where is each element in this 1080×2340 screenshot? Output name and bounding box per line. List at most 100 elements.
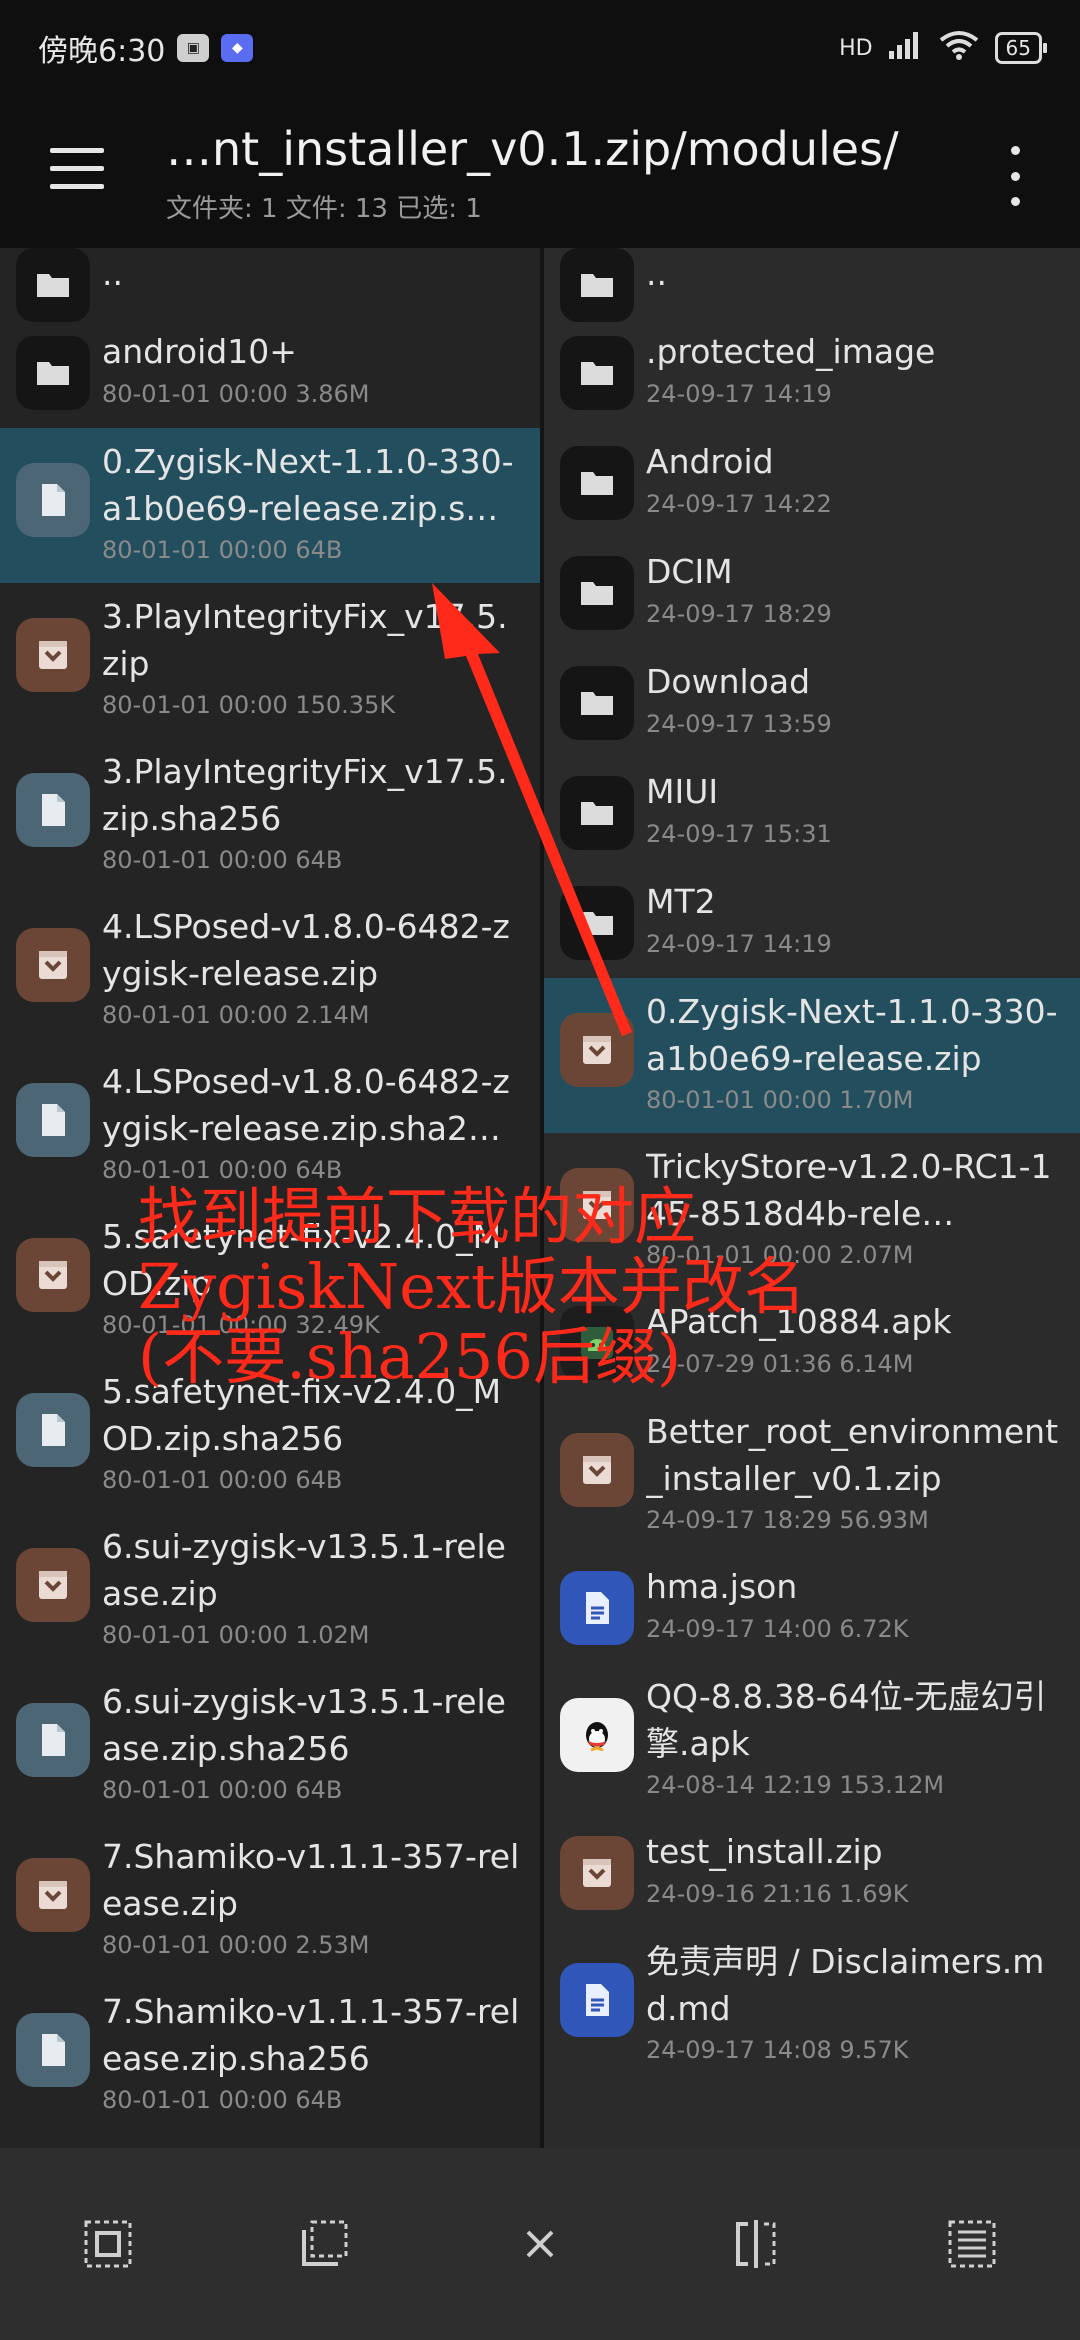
file-meta: 24-09-17 14:22 [646, 490, 832, 518]
file-name: .. [102, 254, 123, 293]
status-bar: 傍晚6:30 ▣ ◆ HD 65 [0, 0, 1080, 96]
archive-icon [16, 1857, 90, 1932]
folder-icon [16, 336, 90, 410]
select-range-icon[interactable] [294, 2214, 354, 2274]
folder-row[interactable]: DCIM 24-09-17 18:29 [544, 538, 1080, 648]
file-name: 0.Zygisk-Next-1.1.0-330-a1b0e69-release.… [102, 442, 514, 528]
folder-row[interactable]: android10+ 80-01-01 00:00 3.86M [0, 318, 540, 428]
file-name: .protected_image [646, 332, 936, 371]
file-meta: 24-09-17 13:59 [646, 710, 832, 738]
file-name: 4.LSPosed-v1.8.0-6482-zygisk-release.zip [102, 907, 510, 993]
folder-icon [560, 886, 634, 960]
file-meta: 80-01-01 00:00 64B [102, 1466, 343, 1494]
file-name: MIUI [646, 772, 719, 811]
file-meta: 80-01-01 00:00 2.14M [102, 1001, 370, 1029]
close-icon[interactable] [510, 2214, 570, 2274]
archive-icon [560, 1432, 634, 1507]
folder-row[interactable]: Download 24-09-17 13:59 [544, 648, 1080, 758]
menu-icon[interactable] [50, 148, 104, 192]
archive-icon [16, 617, 90, 692]
split-view-icon[interactable] [726, 2214, 786, 2274]
folder-icon [560, 248, 634, 322]
list-select-icon[interactable] [942, 2214, 1002, 2274]
file-name: test_install.zip [646, 1832, 883, 1871]
file-meta: 80-01-01 00:00 64B [102, 1776, 343, 1804]
document-icon [560, 1571, 634, 1645]
folder-row[interactable]: .protected_image 24-09-17 14:19 [544, 318, 1080, 428]
file-name: DCIM [646, 552, 733, 591]
folder-icon [560, 776, 634, 850]
file-row[interactable]: 3.PlayIntegrityFix_v17.5.zip 80-01-01 00:… [0, 583, 540, 738]
file-name: 3.PlayIntegrityFix_v17.5.zip.sha256 [102, 752, 508, 838]
file-icon [16, 1392, 90, 1467]
annotation-line-1: 找到提前下载的对应 [138, 1180, 697, 1253]
annotation-text: 找到提前下载的对应 ZygiskNext版本并改名 (不要.sha256后缀) [138, 1182, 958, 1392]
file-name: QQ-8.8.38-64位-无虚幻引擎.apk [646, 1677, 1047, 1763]
file-meta: 24-08-14 12:19 153.12M [646, 1771, 945, 1799]
file-row[interactable]: Better_root_environment_installer_v0.1.z… [544, 1398, 1080, 1553]
notification-app-icon: ▣ [177, 34, 210, 62]
file-name: 4.LSPosed-v1.8.0-6482-zygisk-release.zip… [102, 1062, 510, 1148]
folder-icon [560, 556, 634, 630]
file-meta: 24-09-17 14:19 [646, 380, 832, 408]
file-meta: 80-01-01 00:00 64B [102, 536, 343, 564]
file-name: 7.Shamiko-v1.1.1-357-release.zip [102, 1837, 520, 1923]
file-meta: 24-09-17 14:08 9.57K [646, 2036, 909, 2064]
file-icon [16, 1082, 90, 1157]
document-icon [560, 1962, 634, 2037]
top-toolbar: …nt_installer_v0.1.zip/modules/ 文件夹: 1 文… [0, 96, 1080, 248]
file-name: 0.Zygisk-Next-1.1.0-330-a1b0e69-release.… [646, 992, 1058, 1078]
annotation-line-2: ZygiskNext版本并改名 [138, 1250, 806, 1323]
folder-row[interactable]: MT2 24-09-17 14:19 [544, 868, 1080, 978]
file-name: Better_root_environment_installer_v0.1.z… [646, 1412, 1059, 1498]
folder-row[interactable]: .. [0, 248, 540, 322]
file-meta: 80-01-01 00:00 150.35K [102, 691, 396, 719]
file-meta: 80-01-01 00:00 1.70M [646, 1086, 914, 1114]
folder-icon [560, 336, 634, 410]
file-meta: 80-01-01 00:00 1.02M [102, 1621, 370, 1649]
file-meta: 80-01-01 00:00 2.53M [102, 1931, 370, 1959]
file-row[interactable]: 6.sui-zygisk-v13.5.1-release.zip 80-01-01… [0, 1513, 540, 1668]
qq-app-icon [560, 1697, 634, 1772]
file-row[interactable]: hma.json 24-09-17 14:00 6.72K [544, 1553, 1080, 1663]
archive-icon [16, 1547, 90, 1622]
archive-icon [16, 1237, 90, 1312]
bottom-action-bar [0, 2148, 1080, 2340]
annotation-line-3: (不要.sha256后缀) [138, 1320, 682, 1393]
file-row[interactable]: QQ-8.8.38-64位-无虚幻引擎.apk 24-08-14 12:19 15… [544, 1663, 1080, 1818]
file-name: .. [646, 254, 667, 293]
more-options-icon[interactable] [1000, 146, 1030, 206]
file-row[interactable]: 免责声明 / Disclaimers.md.md 24-09-17 14:08 9… [544, 1928, 1080, 2083]
file-row[interactable]: 0.Zygisk-Next-1.1.0-330-a1b0e69-release.… [0, 428, 540, 583]
file-row[interactable]: 4.LSPosed-v1.8.0-6482-zygisk-release.zip… [0, 893, 540, 1048]
file-meta: 24-09-17 14:00 6.72K [646, 1615, 909, 1643]
file-meta: 24-09-17 14:19 [646, 930, 832, 958]
signal-icon [888, 31, 923, 65]
archive-icon [560, 1836, 634, 1910]
wifi-icon [939, 30, 979, 66]
file-meta: 80-01-01 00:00 64B [102, 2086, 343, 2114]
select-all-icon[interactable] [78, 2214, 138, 2274]
file-row[interactable]: 7.Shamiko-v1.1.1-357-release.zip.sha256 8… [0, 1978, 540, 2133]
file-icon [16, 2012, 90, 2087]
folder-row[interactable]: MIUI 24-09-17 15:31 [544, 758, 1080, 868]
file-row[interactable]: test_install.zip 24-09-16 21:16 1.69K [544, 1818, 1080, 1928]
file-row[interactable]: 3.PlayIntegrityFix_v17.5.zip.sha256 80-01… [0, 738, 540, 893]
file-name: 免责声明 / Disclaimers.md.md [646, 1942, 1045, 2028]
status-time: 傍晚6:30 [38, 34, 166, 69]
file-row[interactable]: 7.Shamiko-v1.1.1-357-release.zip 80-01-01… [0, 1823, 540, 1978]
archive-icon [16, 927, 90, 1002]
archive-icon [560, 1012, 634, 1087]
file-row[interactable]: 6.sui-zygisk-v13.5.1-release.zip.sha256 8… [0, 1668, 540, 1823]
folder-icon [560, 666, 634, 740]
file-meta: 24-09-17 18:29 56.93M [646, 1506, 929, 1534]
file-row[interactable]: 0.Zygisk-Next-1.1.0-330-a1b0e69-release.… [544, 978, 1080, 1133]
folder-row[interactable]: Android 24-09-17 14:22 [544, 428, 1080, 538]
file-meta: 80-01-01 00:00 64B [102, 846, 343, 874]
file-name: Download [646, 662, 811, 701]
folder-row[interactable]: .. [544, 248, 1080, 322]
file-icon [16, 1702, 90, 1777]
file-name: Android [646, 442, 774, 481]
folder-icon [16, 248, 90, 322]
file-name: android10+ [102, 332, 297, 371]
